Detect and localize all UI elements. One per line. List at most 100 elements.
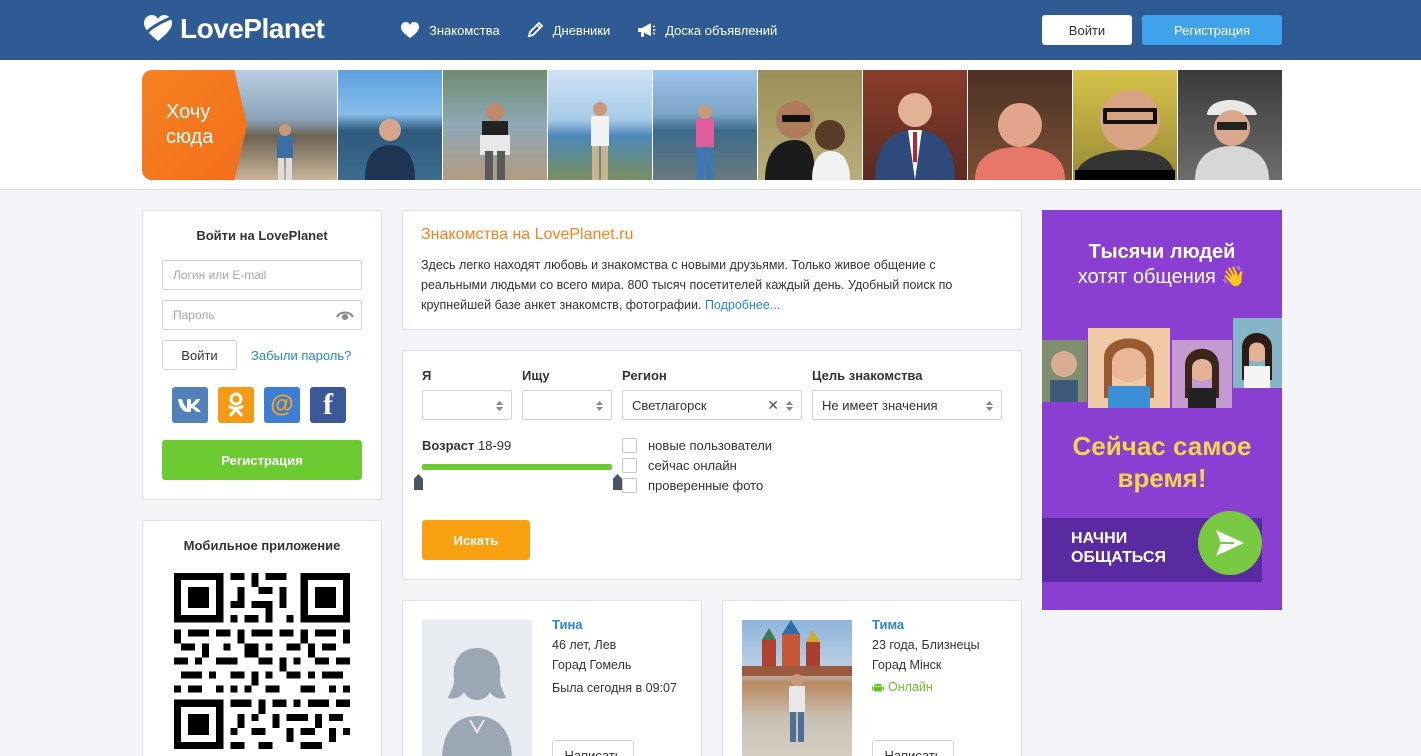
ad-mid-line2: время! <box>1117 463 1207 493</box>
ad-cta-text: НАЧНИ ОБЩАТЬСЯ <box>1071 529 1166 567</box>
register-button[interactable]: Регистрация <box>1142 15 1282 45</box>
ad-title-line2: хотят общения 👋 <box>1077 266 1247 288</box>
goal-select[interactable]: Не имеет значения <box>812 390 1002 420</box>
nav-dating-label: Знакомства <box>429 22 500 38</box>
checkbox-label: проверенные фото <box>648 478 764 493</box>
mobile-app-title: Мобильное приложение <box>183 538 341 553</box>
want-here-button[interactable]: Хочу сюда <box>142 70 247 180</box>
checkbox[interactable] <box>622 478 637 493</box>
seek-label: Ищу <box>522 368 550 383</box>
photo-strip: Хочу сюда <box>0 60 1421 190</box>
strip-photo[interactable] <box>968 70 1072 180</box>
profile-name[interactable]: Тима <box>872 617 904 632</box>
top-header: LovePlanet Знакомства Дневники Доска объ… <box>0 0 1421 60</box>
ad-cta-line1: НАЧНИ <box>1071 530 1128 547</box>
age-max-handle[interactable] <box>613 474 622 490</box>
strip-photos <box>233 70 1283 180</box>
qr-code[interactable] <box>174 573 350 749</box>
register-green-button[interactable]: Регистрация <box>162 440 362 480</box>
odnoklassniki-icon[interactable] <box>218 387 254 423</box>
write-button[interactable]: Написать <box>552 740 634 756</box>
intro-text: Здесь легко находят любовь и знакомства … <box>421 255 991 315</box>
region-select[interactable]: Светлагорск ✕ <box>622 390 802 420</box>
nav-dating[interactable]: Знакомства <box>400 18 500 42</box>
checkbox[interactable] <box>622 458 637 473</box>
profile-photo[interactable]: 📷 1 <box>742 620 852 756</box>
login-input[interactable] <box>162 260 362 290</box>
profile-card: 📷 1 Тима 23 года, Близнецы Горад Мінск О… <box>722 600 1022 756</box>
password-wrapper <box>162 300 362 330</box>
strip-photo[interactable] <box>443 70 547 180</box>
region-value: Светлагорск <box>632 397 707 413</box>
heart-icon <box>401 22 419 38</box>
search-card: Я Ищу Регион Светлагорск ✕ Цель знакомст… <box>402 350 1022 580</box>
write-button[interactable]: Написать <box>872 740 954 756</box>
strip-photo[interactable] <box>653 70 757 180</box>
profile-name[interactable]: Тина <box>552 617 583 632</box>
age-label: Возраст 18-99 <box>422 438 511 453</box>
facebook-icon[interactable]: f <box>310 387 346 423</box>
online-label: Онлайн <box>888 680 933 694</box>
strip-photo[interactable] <box>758 70 862 180</box>
checkbox-label: сейчас онлайн <box>648 458 737 473</box>
logo-heart-icon <box>144 15 174 41</box>
select-arrows-icon <box>496 401 503 411</box>
profile-last-seen: Была сегодня в 09:07 <box>552 681 677 695</box>
want-here-label: Хочу сюда <box>166 101 214 148</box>
i-label: Я <box>422 368 432 383</box>
more-link[interactable]: Подробнее... <box>705 298 780 312</box>
age-min-handle[interactable] <box>414 474 423 490</box>
select-arrows-icon <box>786 401 793 411</box>
clear-icon[interactable]: ✕ <box>767 397 779 414</box>
intro-title: Знакомства на LovePlanet.ru <box>421 226 634 243</box>
gender-select[interactable] <box>422 390 512 420</box>
login-button[interactable]: Войти <box>1042 15 1132 45</box>
profile-city: Горад Гомель <box>552 658 632 672</box>
checkbox-online[interactable]: сейчас онлайн <box>622 458 737 473</box>
ad-banner[interactable]: Тысячи людей хотят общения 👋 Сейчас само… <box>1042 210 1282 610</box>
region-label: Регион <box>622 368 667 383</box>
mobile-app-card: Мобильное приложение <box>142 520 382 756</box>
login-card: Войти на LovePlanet Войти Забыли пароль?… <box>142 210 382 500</box>
password-input[interactable] <box>162 300 362 330</box>
ad-title-line1: Тысячи людей <box>1088 241 1236 263</box>
strip-photo[interactable] <box>863 70 967 180</box>
nav-board[interactable]: Доска объявлений <box>636 18 777 42</box>
profile-city: Горад Мінск <box>872 658 942 672</box>
ad-faces-image <box>1042 318 1282 408</box>
nav-board-label: Доска объявлений <box>665 22 778 38</box>
login-title: Войти на LovePlanet <box>196 228 328 243</box>
ad-title: Тысячи людей хотят общения 👋 <box>1042 240 1282 290</box>
social-login: @ f <box>172 387 356 423</box>
checkbox-new-users[interactable]: новые пользователи <box>622 438 772 453</box>
main-nav: Знакомства Дневники Доска объявлений <box>400 18 803 42</box>
nav-diaries[interactable]: Дневники <box>526 18 610 42</box>
ad-mid-line1: Сейчас самое <box>1072 431 1252 461</box>
vk-icon[interactable] <box>172 387 208 423</box>
enter-button[interactable]: Войти <box>162 340 237 370</box>
select-arrows-icon <box>986 401 993 411</box>
strip-photo[interactable] <box>1073 70 1177 180</box>
logo[interactable]: LovePlanet <box>142 12 325 46</box>
logo-text: LovePlanet <box>180 13 325 44</box>
strip-photo[interactable] <box>233 70 337 180</box>
pencil-icon <box>527 21 543 38</box>
mailru-icon[interactable]: @ <box>264 387 300 423</box>
strip-photo[interactable] <box>1178 70 1282 180</box>
age-title: Возраст <box>422 438 475 453</box>
seek-select[interactable] <box>522 390 612 420</box>
age-slider-track[interactable] <box>422 464 612 470</box>
send-icon[interactable] <box>1198 511 1262 575</box>
select-arrows-icon <box>596 401 603 411</box>
goal-value: Не имеет значения <box>822 397 938 413</box>
ad-middle-text: Сейчас самое время! <box>1042 430 1282 494</box>
checkbox-verified[interactable]: проверенные фото <box>622 478 763 493</box>
checkbox[interactable] <box>622 438 637 453</box>
intro-body: Здесь легко находят любовь и знакомства … <box>421 258 953 312</box>
forgot-password-link[interactable]: Забыли пароль? <box>251 348 351 363</box>
profile-avatar-placeholder[interactable]: 📷 0 <box>422 620 532 756</box>
search-button[interactable]: Искать <box>422 520 530 560</box>
strip-photo[interactable] <box>338 70 442 180</box>
eye-icon[interactable] <box>336 309 354 320</box>
strip-photo[interactable] <box>548 70 652 180</box>
